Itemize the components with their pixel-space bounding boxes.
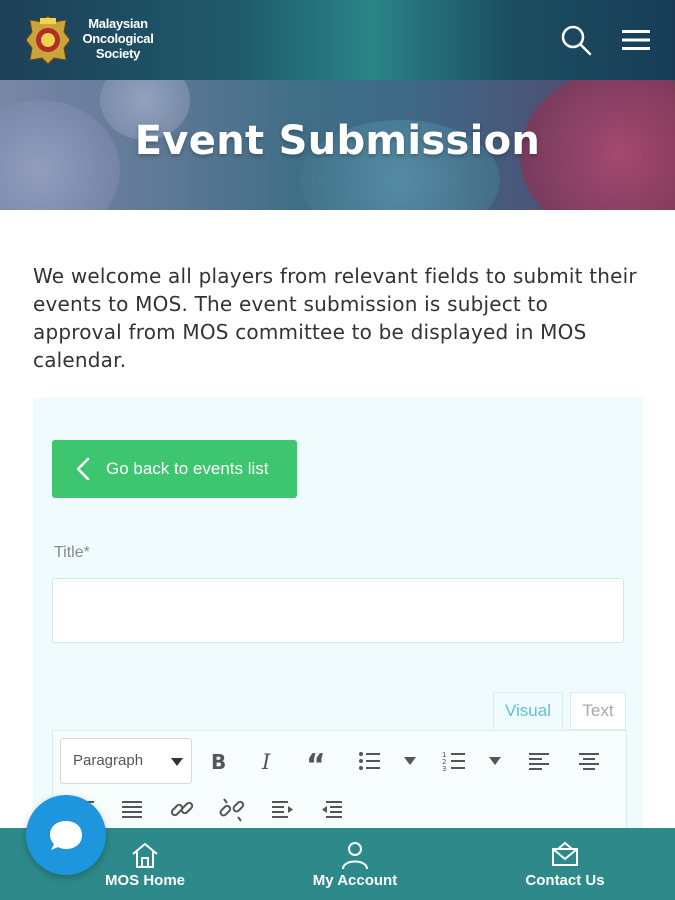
hamburger-menu-icon[interactable] [622, 28, 650, 52]
society-logo[interactable] [22, 12, 74, 66]
intro-text: We welcome all players from relevant fie… [33, 264, 637, 372]
bold-icon[interactable]: B [205, 747, 233, 775]
numbered-list-icon[interactable]: 1 2 3 [440, 747, 468, 775]
chevron-down-icon[interactable] [396, 747, 424, 775]
chat-icon [50, 821, 82, 850]
user-icon [342, 842, 368, 870]
nav-label-home: MOS Home [104, 872, 185, 889]
indent-icon[interactable] [268, 795, 296, 823]
mail-icon [552, 841, 578, 866]
brand-line-3: Society [95, 46, 141, 61]
unlink-icon[interactable] [218, 795, 246, 823]
svg-text:“: “ [306, 748, 326, 775]
nav-my-account[interactable]: My Account [295, 828, 415, 900]
app-header: Malaysian Oncological Society [0, 0, 675, 80]
back-to-events-button[interactable]: Go back to events list [52, 440, 297, 498]
title-field-label: Title* [54, 544, 90, 561]
nav-label-contact: Contact Us [525, 872, 605, 889]
brand-line-1: Malaysian [88, 16, 148, 31]
nav-mos-home[interactable]: MOS Home [90, 828, 200, 900]
page-title: Event Submission [134, 118, 541, 164]
svg-text:I: I [261, 750, 271, 774]
bullet-list-icon[interactable] [355, 747, 383, 775]
chat-button[interactable] [26, 795, 106, 875]
chevron-left-icon [76, 457, 90, 481]
nav-contact-us[interactable]: Contact Us [510, 828, 620, 900]
title-input[interactable] [52, 578, 624, 643]
justify-icon[interactable] [118, 795, 146, 823]
caret-down-icon [171, 758, 183, 766]
chevron-down-icon[interactable] [481, 747, 509, 775]
link-icon[interactable] [168, 795, 196, 823]
svg-text:B: B [211, 750, 226, 774]
blockquote-icon[interactable]: “ [304, 747, 332, 775]
brand-line-2: Oncological [82, 31, 154, 46]
italic-icon[interactable]: I [254, 747, 282, 775]
tab-text[interactable]: Text [570, 692, 626, 730]
hero-banner: Event Submission [0, 80, 675, 210]
back-button-label: Go back to events list [106, 459, 269, 478]
svg-text:3: 3 [442, 765, 446, 773]
format-select[interactable]: Paragraph [60, 738, 192, 784]
align-left-icon[interactable] [525, 747, 553, 775]
outdent-icon[interactable] [318, 795, 346, 823]
align-center-icon[interactable] [575, 747, 603, 775]
format-select-value: Paragraph [73, 752, 144, 769]
search-icon[interactable] [560, 24, 592, 56]
nav-label-account: My Account [312, 872, 398, 889]
home-icon [132, 842, 158, 868]
brand-name[interactable]: Malaysian Oncological Society [78, 16, 158, 61]
tab-visual[interactable]: Visual [493, 692, 563, 730]
